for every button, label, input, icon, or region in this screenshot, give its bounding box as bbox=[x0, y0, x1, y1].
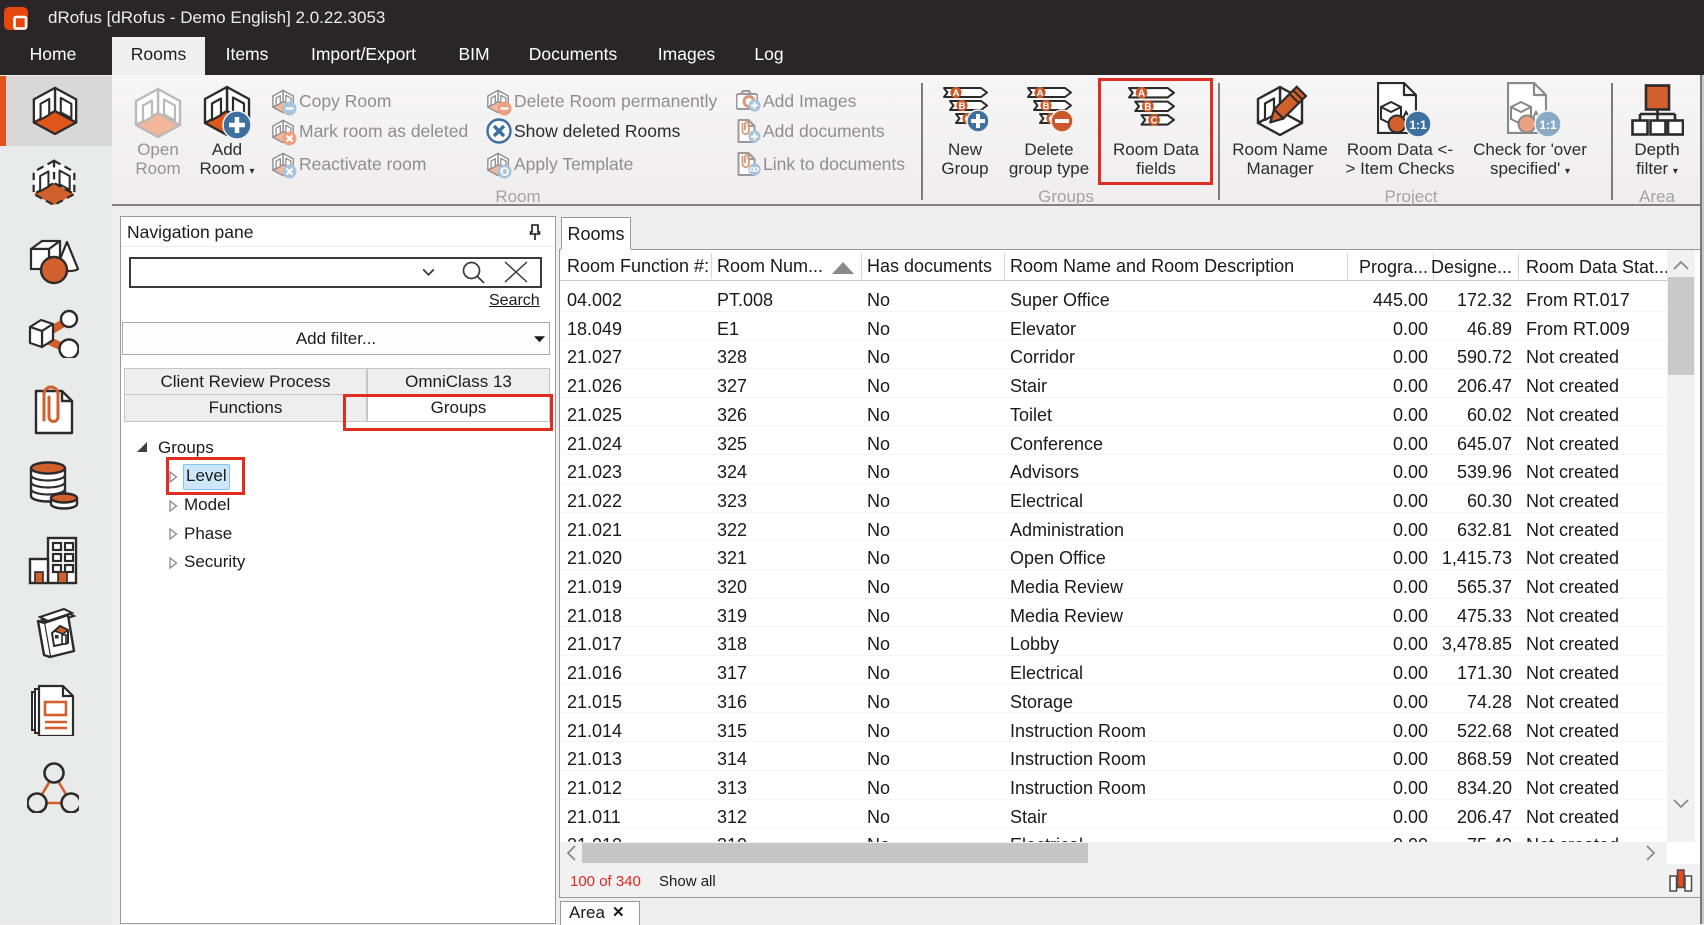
svg-text:1:1: 1:1 bbox=[1409, 118, 1427, 132]
svg-text:1:1: 1:1 bbox=[1539, 118, 1557, 132]
